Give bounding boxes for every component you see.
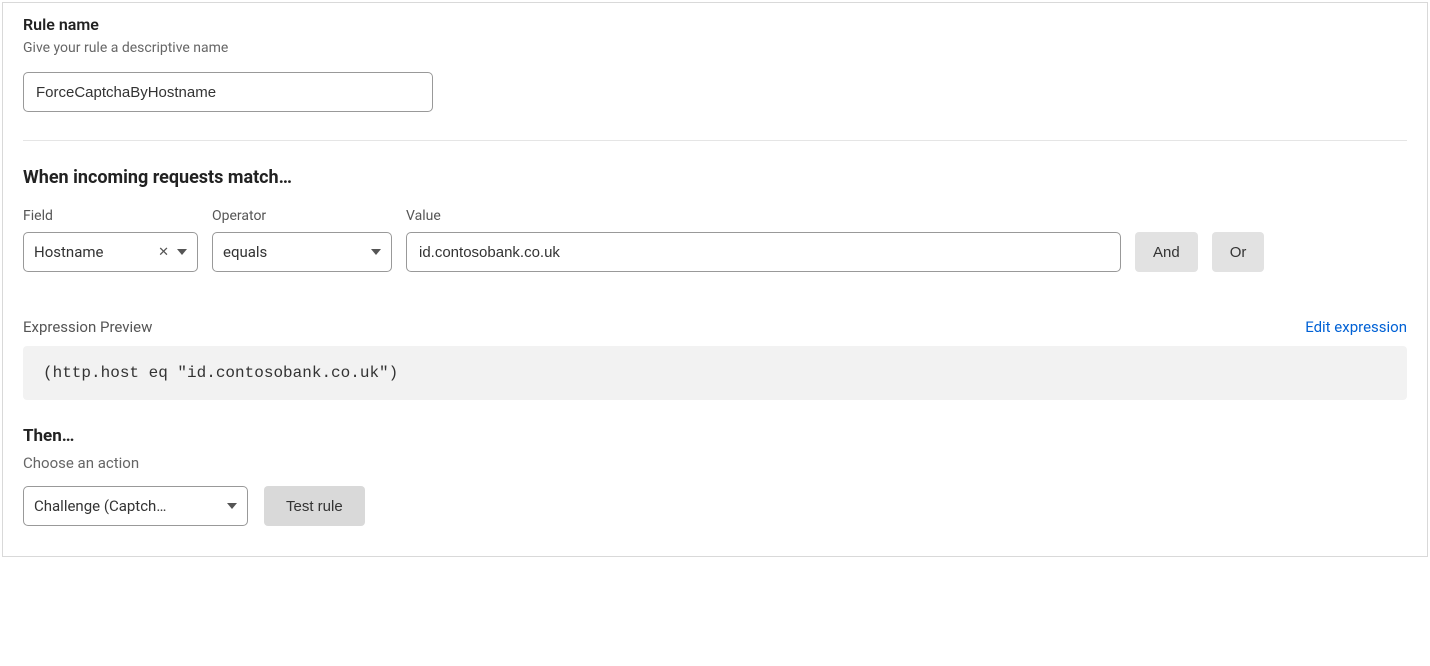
- test-rule-button[interactable]: Test rule: [264, 486, 365, 526]
- field-select-value: Hostname: [34, 243, 103, 261]
- value-label: Value: [406, 208, 1121, 224]
- clear-icon[interactable]: ✕: [158, 245, 169, 260]
- match-section: When incoming requests match… Field Oper…: [23, 167, 1407, 526]
- expression-preview-box: (http.host eq "id.contosobank.co.uk"): [23, 346, 1407, 400]
- match-heading: When incoming requests match…: [23, 167, 1407, 188]
- operator-select-value: equals: [223, 243, 267, 261]
- and-button[interactable]: And: [1135, 232, 1198, 272]
- rule-name-section: Rule name Give your rule a descriptive n…: [23, 15, 1407, 112]
- operator-select[interactable]: equals: [212, 232, 392, 272]
- chevron-down-icon: [177, 249, 187, 255]
- edit-expression-link[interactable]: Edit expression: [1305, 318, 1407, 336]
- field-label: Field: [23, 208, 198, 224]
- value-input[interactable]: [406, 232, 1121, 272]
- chevron-down-icon: [371, 249, 381, 255]
- field-select[interactable]: Hostname ✕: [23, 232, 198, 272]
- then-subtitle: Choose an action: [23, 454, 1407, 472]
- rule-name-subtitle: Give your rule a descriptive name: [23, 40, 1407, 56]
- rule-config-panel: Rule name Give your rule a descriptive n…: [2, 2, 1428, 557]
- action-select-value: Challenge (Captch…: [34, 497, 166, 515]
- then-heading: Then…: [23, 426, 1407, 446]
- expression-preview-text: (http.host eq "id.contosobank.co.uk"): [43, 364, 398, 382]
- preview-header: Expression Preview Edit expression: [23, 318, 1407, 336]
- then-row: Challenge (Captch… Test rule: [23, 486, 1407, 526]
- rule-name-input[interactable]: [23, 72, 433, 112]
- expression-preview-label: Expression Preview: [23, 318, 152, 336]
- section-divider: [23, 140, 1407, 141]
- match-row-labels: Field Operator Value: [23, 208, 1407, 224]
- match-row-inputs: Hostname ✕ equals And Or: [23, 232, 1407, 272]
- action-select[interactable]: Challenge (Captch…: [23, 486, 248, 526]
- or-button[interactable]: Or: [1212, 232, 1265, 272]
- chevron-down-icon: [227, 503, 237, 509]
- operator-label: Operator: [212, 208, 392, 224]
- rule-name-label: Rule name: [23, 15, 1407, 34]
